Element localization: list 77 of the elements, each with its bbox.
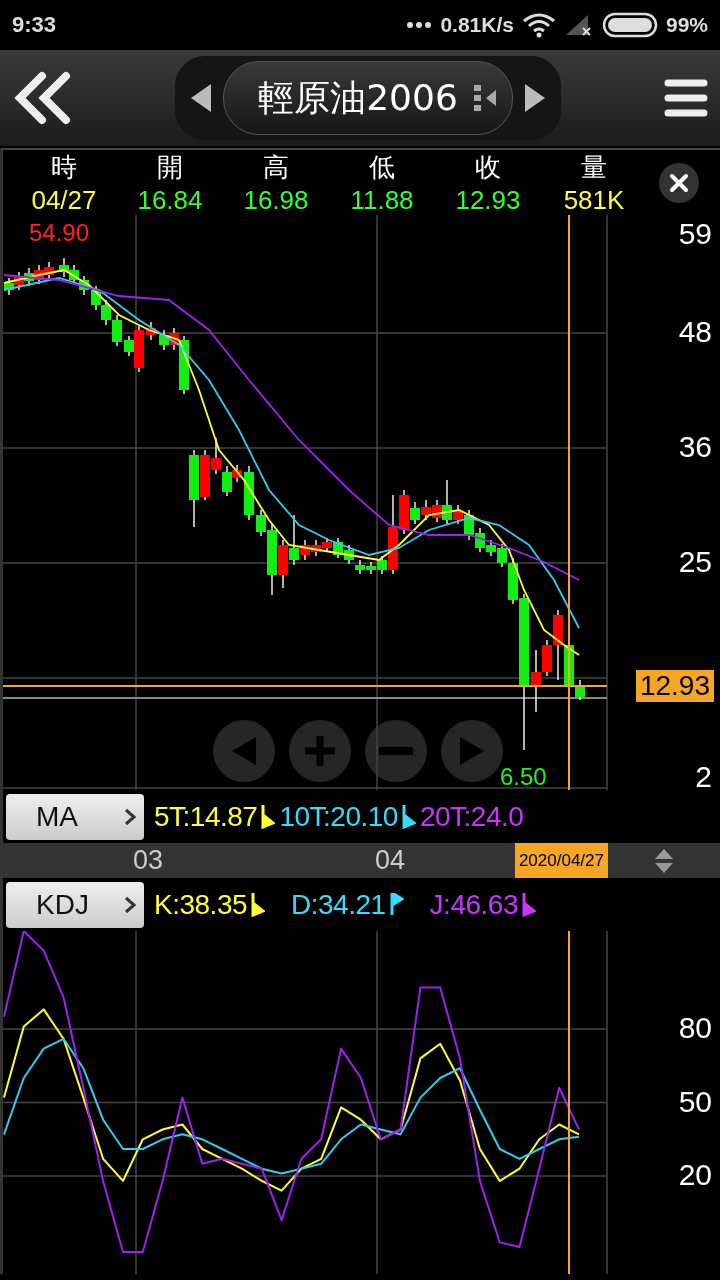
kdj-indicator-button[interactable]: KDJ	[6, 881, 144, 928]
battery-percent: 99%	[665, 13, 708, 37]
chevron-right-icon	[124, 894, 136, 915]
candlestick	[421, 499, 431, 521]
battery-icon	[601, 12, 658, 38]
candlestick	[322, 537, 332, 553]
kdj-value: J:46.63	[429, 888, 518, 921]
candlestick	[101, 299, 111, 326]
quote-label: 高	[263, 150, 289, 184]
quote-value: 16.84	[137, 184, 203, 216]
candlestick	[79, 275, 89, 296]
ma-indicator-button[interactable]: MA	[6, 793, 144, 840]
high-price-label: 54.90	[29, 219, 90, 247]
close-icon	[669, 172, 689, 193]
cursor-date-badge: 2020/04/27	[514, 843, 608, 878]
candlestick	[244, 465, 254, 521]
candlestick	[69, 264, 79, 285]
quote-label: 低	[369, 150, 395, 184]
kdj-axis-label: 20	[678, 1158, 712, 1192]
moving-average-value: 10T:20.10	[279, 800, 398, 833]
candlestick	[91, 285, 101, 311]
moving-average-value: 20T:24.0	[419, 800, 524, 833]
kdj-value: K:38.35	[154, 888, 248, 921]
month-axis-label: 04	[375, 845, 406, 876]
candlestick	[366, 561, 376, 575]
candlestick	[34, 264, 44, 285]
kdj-axis-label: 80	[678, 1011, 712, 1045]
menu-icon	[664, 78, 708, 118]
price-axis-label: 25	[678, 545, 712, 579]
quote-label: 開	[157, 150, 183, 184]
quote-value: 581K	[563, 184, 625, 216]
quote-value: 12.93	[455, 184, 521, 216]
close-button[interactable]	[659, 162, 699, 203]
wifi-icon	[521, 12, 556, 38]
quote-label: 收	[475, 150, 501, 184]
price-axis-label: 59	[678, 217, 712, 251]
network-speed: 0.81K/s	[440, 13, 514, 37]
candlestick	[211, 437, 221, 475]
candlestick	[311, 539, 321, 557]
candlestick	[44, 261, 54, 281]
quote-value: 16.98	[243, 184, 309, 216]
quote-value: 11.88	[350, 184, 414, 216]
candlestick	[146, 321, 156, 341]
chevron-right-icon	[124, 806, 136, 827]
candlestick	[355, 559, 365, 575]
candlestick	[333, 537, 343, 559]
triangle-left-icon	[189, 82, 214, 114]
candlestick	[14, 271, 24, 291]
low-price-label: 6.50	[500, 763, 547, 791]
quote-value: 04/27	[31, 184, 97, 216]
triangle-right-icon	[458, 735, 486, 767]
symbol-title: 輕原油2006	[258, 75, 458, 120]
symbol-title-pill[interactable]: 輕原油2006	[223, 61, 513, 135]
candlestick	[344, 544, 354, 565]
triangle-right-icon	[522, 82, 547, 114]
kdj-value: D:34.21	[291, 888, 386, 921]
candlestick	[4, 277, 14, 296]
price-axis-label: 48	[678, 315, 712, 349]
price-axis-label: 2	[695, 760, 712, 794]
plus-icon	[303, 734, 337, 768]
triangle-left-icon	[230, 735, 258, 767]
status-time: 9:33	[12, 12, 57, 38]
price-axis-label: 36	[678, 430, 712, 464]
candlestick	[159, 329, 169, 351]
more-dots-icon	[406, 21, 433, 29]
moving-average-value: 5T:14.87	[154, 800, 258, 833]
month-axis-label: 03	[133, 845, 164, 876]
double-chevron-left-icon	[12, 70, 72, 126]
quote-label: 量	[581, 150, 607, 184]
kdj-axis-label: 50	[678, 1084, 712, 1119]
current-price-badge: 12.93	[635, 670, 714, 702]
minus-icon	[379, 746, 413, 756]
quote-label: 時	[51, 150, 77, 184]
candlestick	[24, 267, 34, 287]
candlestick	[112, 314, 122, 347]
candlestick	[59, 257, 69, 278]
switch-list-icon	[471, 84, 498, 112]
